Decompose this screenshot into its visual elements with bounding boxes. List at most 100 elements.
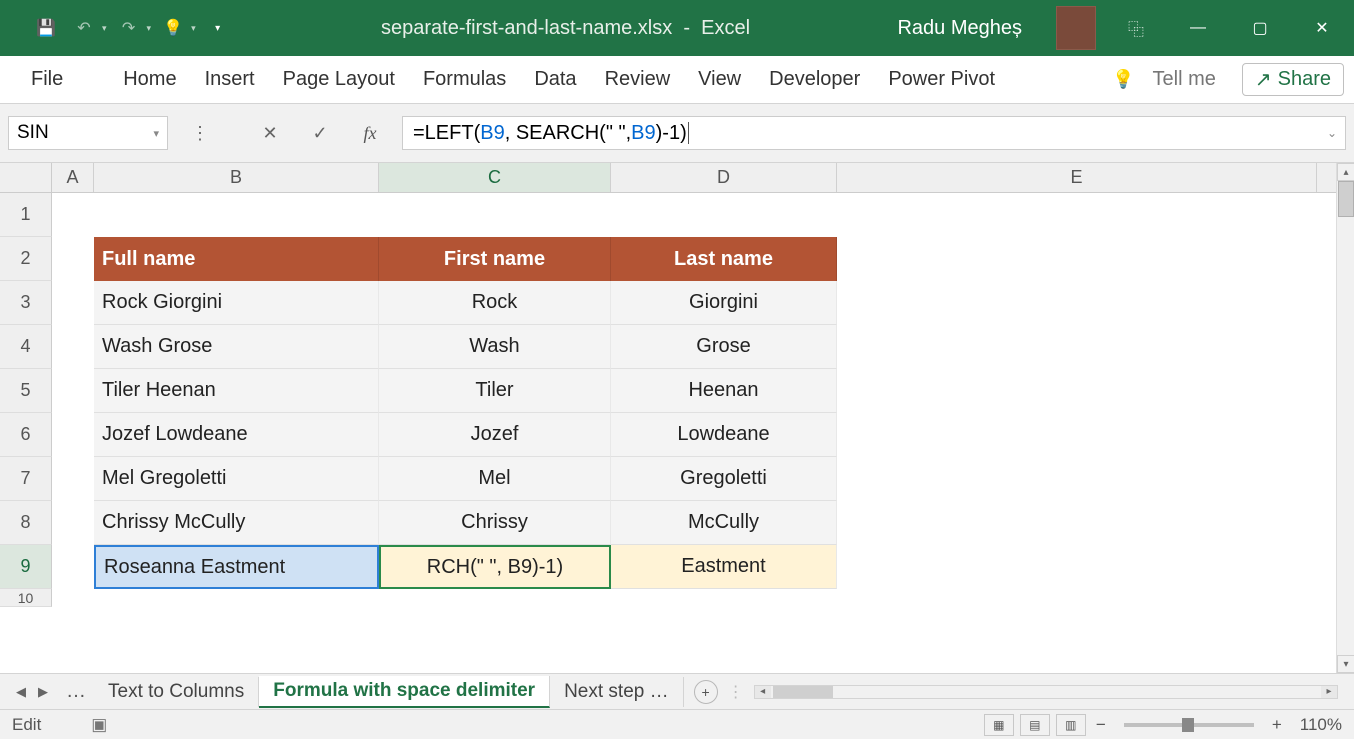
cell[interactable] xyxy=(379,193,611,237)
cell-full-name[interactable]: Chrissy McCully xyxy=(94,501,379,545)
tab-power-pivot[interactable]: Power Pivot xyxy=(881,66,1002,93)
avatar[interactable] xyxy=(1056,6,1096,50)
row-header-4[interactable]: 4 xyxy=(0,325,52,369)
cell-first-name[interactable]: Jozef xyxy=(379,413,611,457)
tab-page-layout[interactable]: Page Layout xyxy=(276,66,402,93)
ribbon-display-options-icon[interactable]: ⿻ xyxy=(1114,8,1158,48)
cell[interactable] xyxy=(837,369,1317,413)
row-header-8[interactable]: 8 xyxy=(0,501,52,545)
horizontal-scrollbar[interactable]: ◂ ▸ xyxy=(754,685,1338,699)
cell[interactable] xyxy=(837,413,1317,457)
row-header-3[interactable]: 3 xyxy=(0,281,52,325)
cell[interactable] xyxy=(611,193,837,237)
col-header-C[interactable]: C xyxy=(379,163,611,192)
tab-insert[interactable]: Insert xyxy=(198,66,262,93)
cell-first-name[interactable]: Rock xyxy=(379,281,611,325)
cell-first-name[interactable]: Tiler xyxy=(379,369,611,413)
cell[interactable] xyxy=(52,457,94,501)
maximize-icon[interactable]: ▢ xyxy=(1238,8,1282,48)
row-header-1[interactable]: 1 xyxy=(0,193,52,237)
cell-full-name[interactable]: Mel Gregoletti xyxy=(94,457,379,501)
tab-data[interactable]: Data xyxy=(527,66,583,93)
header-last-name[interactable]: Last name xyxy=(611,237,837,281)
scroll-down-icon[interactable]: ▾ xyxy=(1337,655,1354,673)
dialog-launcher-icon[interactable]: ⋮ xyxy=(182,117,218,149)
cell[interactable] xyxy=(52,413,94,457)
cell[interactable] xyxy=(52,193,94,237)
formula-input[interactable]: =LEFT(B9, SEARCH(" ", B9)-1) ⌄ xyxy=(402,116,1346,150)
header-first-name[interactable]: First name xyxy=(379,237,611,281)
cell-first-name[interactable]: Chrissy xyxy=(379,501,611,545)
col-header-D[interactable]: D xyxy=(611,163,837,192)
tab-nav-prev-icon[interactable]: ◀ xyxy=(12,684,30,700)
normal-view-icon[interactable]: ▦ xyxy=(984,714,1014,736)
row-header-10[interactable]: 10 xyxy=(0,589,52,607)
zoom-out-button[interactable]: − xyxy=(1092,715,1110,735)
col-header-E[interactable]: E xyxy=(837,163,1317,192)
cell[interactable] xyxy=(52,237,94,281)
sheet-tab-formula-space-delimiter[interactable]: Formula with space delimiter xyxy=(259,676,550,708)
tab-home[interactable]: Home xyxy=(116,66,183,93)
close-icon[interactable]: ✕ xyxy=(1300,8,1344,48)
cell-last-name[interactable]: McCully xyxy=(611,501,837,545)
cell[interactable] xyxy=(837,237,1317,281)
cell-last-name[interactable]: Heenan xyxy=(611,369,837,413)
scroll-thumb[interactable] xyxy=(1338,181,1354,217)
cell-last-name[interactable]: Giorgini xyxy=(611,281,837,325)
cell-c9-editing[interactable]: RCH(" ", B9)-1) xyxy=(379,545,611,589)
row-header-9[interactable]: 9 xyxy=(0,545,52,589)
cell[interactable] xyxy=(837,501,1317,545)
cell-last-name[interactable]: Grose xyxy=(611,325,837,369)
vertical-scrollbar[interactable]: ▴ ▾ xyxy=(1336,163,1354,673)
row-header-5[interactable]: 5 xyxy=(0,369,52,413)
ideas-icon[interactable]: 💡 xyxy=(157,12,189,44)
zoom-level[interactable]: 110% xyxy=(1300,715,1342,735)
col-header-A[interactable]: A xyxy=(52,163,94,192)
minimize-icon[interactable]: — xyxy=(1176,8,1220,48)
cell[interactable] xyxy=(52,281,94,325)
cell[interactable] xyxy=(837,457,1317,501)
cell-first-name[interactable]: Mel xyxy=(379,457,611,501)
cell-last-name[interactable]: Lowdeane xyxy=(611,413,837,457)
worksheet-grid[interactable]: A B C D E 1 2 Full name First name Last … xyxy=(0,163,1354,673)
cell[interactable] xyxy=(837,193,1317,237)
name-box[interactable]: SIN ▾ xyxy=(8,116,168,150)
cell[interactable] xyxy=(52,545,94,589)
hscroll-thumb[interactable] xyxy=(773,686,833,698)
scroll-left-icon[interactable]: ◂ xyxy=(755,686,771,698)
cell[interactable] xyxy=(94,193,379,237)
row-header-2[interactable]: 2 xyxy=(0,237,52,281)
cell[interactable] xyxy=(837,325,1317,369)
sheet-tab-text-to-columns[interactable]: Text to Columns xyxy=(94,677,259,707)
tell-me-search[interactable]: Tell me xyxy=(1153,68,1216,91)
cell-full-name[interactable]: Wash Grose xyxy=(94,325,379,369)
share-button[interactable]: ↗ Share xyxy=(1242,63,1344,96)
cell-full-name[interactable]: Jozef Lowdeane xyxy=(94,413,379,457)
row-header-6[interactable]: 6 xyxy=(0,413,52,457)
fx-icon[interactable]: fx xyxy=(352,117,388,149)
col-header-B[interactable]: B xyxy=(94,163,379,192)
cell-first-name[interactable]: Wash xyxy=(379,325,611,369)
chevron-down-icon[interactable]: ▾ xyxy=(153,127,159,140)
sheet-tab-next-step[interactable]: Next step … xyxy=(550,677,684,707)
page-break-view-icon[interactable]: ▥ xyxy=(1056,714,1086,736)
account-user[interactable]: Radu Megheș xyxy=(897,17,1022,40)
tab-developer[interactable]: Developer xyxy=(762,66,867,93)
tab-review[interactable]: Review xyxy=(598,66,678,93)
tab-nav-next-icon[interactable]: ▶ xyxy=(34,684,52,700)
redo-icon[interactable]: ↷ xyxy=(113,12,145,44)
cell[interactable] xyxy=(837,545,1317,589)
expand-formula-bar-icon[interactable]: ⌄ xyxy=(1327,126,1337,140)
new-sheet-button[interactable]: + xyxy=(694,680,718,704)
cell[interactable] xyxy=(837,281,1317,325)
select-all-cell[interactable] xyxy=(0,163,52,192)
enter-icon[interactable]: ✓ xyxy=(302,117,338,149)
hidden-tabs-indicator[interactable]: … xyxy=(58,680,94,703)
header-full-name[interactable]: Full name xyxy=(94,237,379,281)
cancel-icon[interactable]: ✕ xyxy=(252,117,288,149)
zoom-in-button[interactable]: + xyxy=(1268,715,1286,735)
cell[interactable] xyxy=(52,501,94,545)
cell-full-name[interactable]: Tiler Heenan xyxy=(94,369,379,413)
qat-customize-icon[interactable]: ▾ xyxy=(202,12,234,44)
tab-formulas[interactable]: Formulas xyxy=(416,66,513,93)
